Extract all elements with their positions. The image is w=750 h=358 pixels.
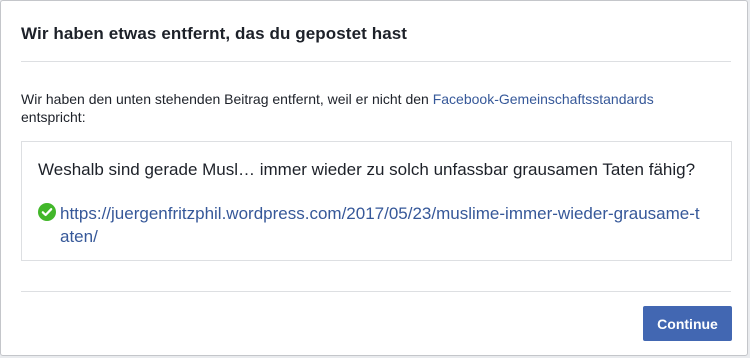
green-check-icon bbox=[38, 203, 56, 221]
removed-post-text: Weshalb sind gerade Musl… immer wieder z… bbox=[38, 160, 696, 179]
community-standards-link[interactable]: Facebook-Gemeinschaftsstandards bbox=[433, 91, 654, 107]
post-link-row: https://juergenfritzphil.wordpress.com/2… bbox=[38, 202, 708, 248]
dialog-message: Wir haben den unten stehenden Beitrag en… bbox=[21, 90, 711, 126]
removed-post-link[interactable]: https://juergenfritzphil.wordpress.com/2… bbox=[38, 202, 708, 248]
removal-dialog: Wir haben etwas entfernt, das du geposte… bbox=[0, 0, 748, 356]
removed-post-box: Weshalb sind gerade Musl… immer wieder z… bbox=[21, 141, 732, 261]
footer-divider bbox=[21, 291, 731, 292]
message-text-before: Wir haben den unten stehenden Beitrag en… bbox=[21, 91, 433, 107]
message-text-after: entspricht: bbox=[21, 109, 86, 125]
continue-button[interactable]: Continue bbox=[643, 306, 732, 341]
dialog-title: Wir haben etwas entfernt, das du geposte… bbox=[21, 24, 408, 43]
header-divider bbox=[21, 61, 731, 62]
